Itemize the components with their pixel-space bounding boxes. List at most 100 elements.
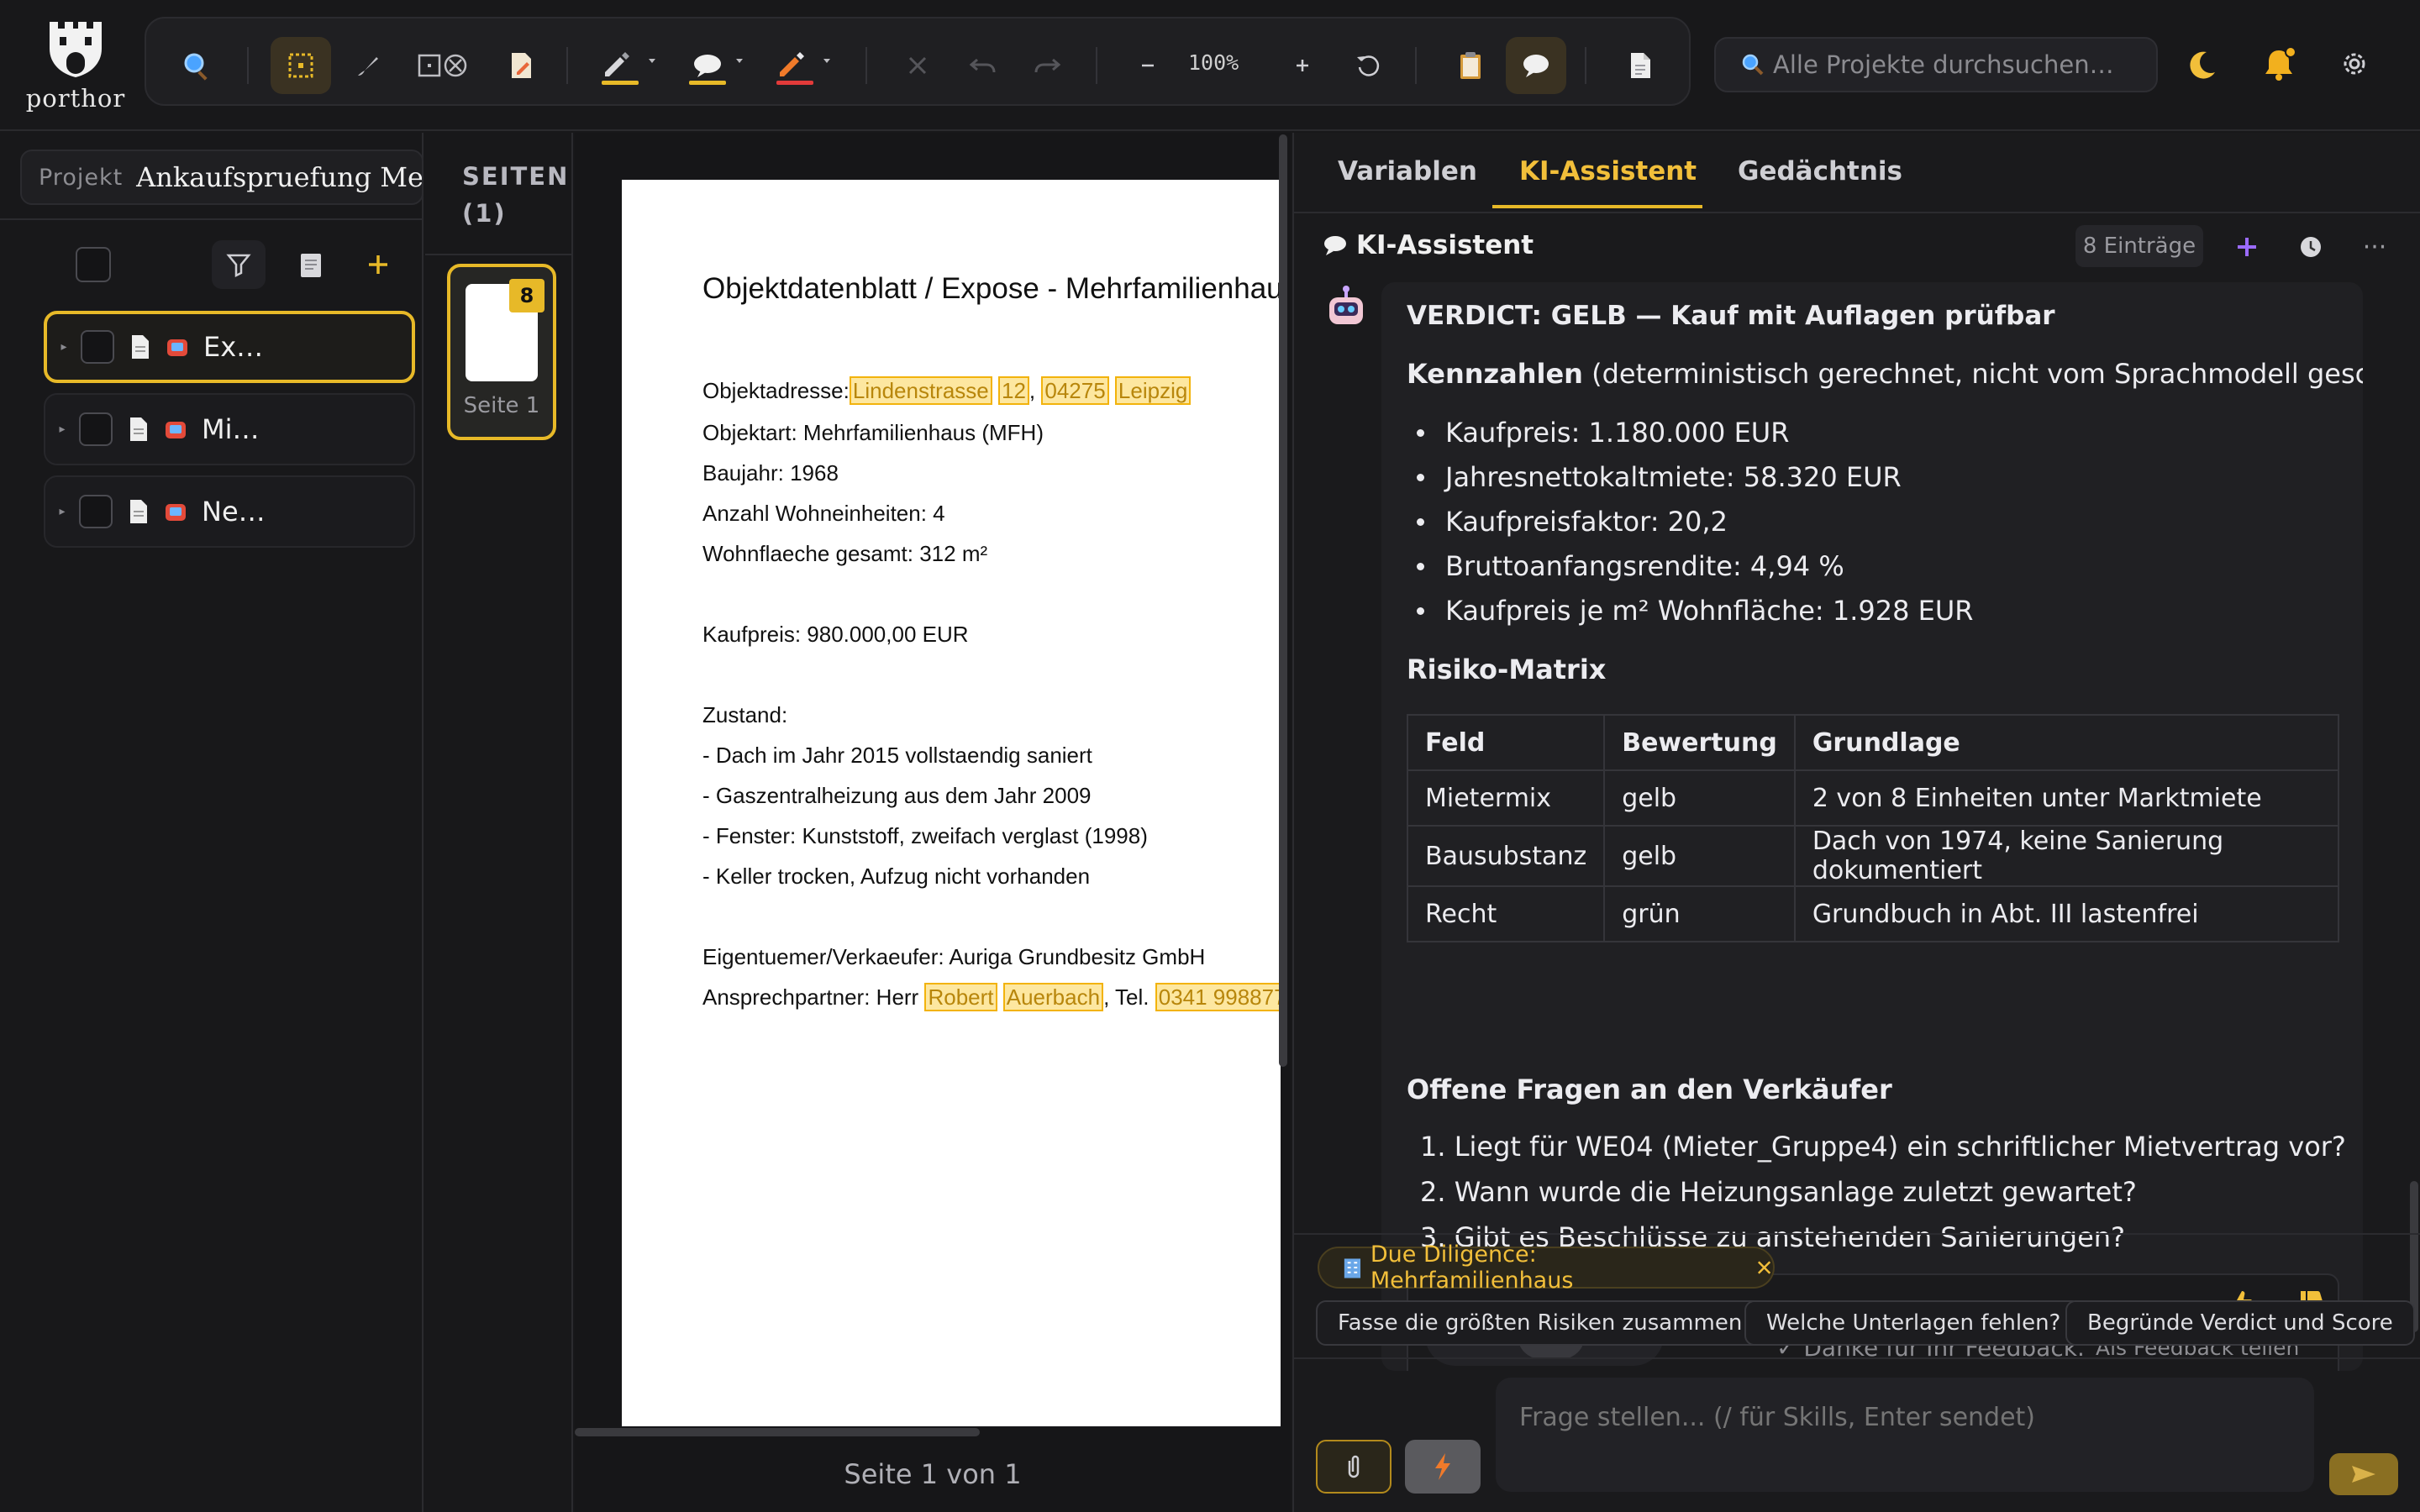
plus-icon — [2238, 238, 2256, 256]
undo-button[interactable] — [953, 37, 1013, 94]
doc-condition-header: Zustand: — [702, 702, 788, 727]
chat-input[interactable] — [1496, 1378, 2314, 1492]
redaction-last-name[interactable]: Auerbach — [1002, 983, 1104, 1011]
comment-tool-button[interactable] — [676, 37, 753, 94]
risk-matrix-table: Feld Bewertung Grundlage Mietermix gelb … — [1406, 714, 2340, 942]
context-chip-label: Due Diligence: Mehrfamilienhaus — [1370, 1242, 1574, 1294]
zoom-out-button[interactable] — [1118, 37, 1178, 94]
top-bar: porthor 100% Alle Projekte durchsuchen… — [0, 0, 2420, 131]
project-selector[interactable]: Projekt Ankaufspruefung Mehrfamilienhaus — [20, 150, 424, 205]
clipboard-button[interactable] — [1440, 37, 1501, 94]
tab-gedaechtnis[interactable]: Gedächtnis — [1738, 156, 1902, 186]
doc-contact-prefix: Ansprechpartner: Herr — [702, 984, 919, 1010]
redact-pen-tool-button[interactable] — [763, 37, 840, 94]
redaction-phone[interactable]: 0341 998877 — [1155, 983, 1281, 1011]
expand-caret-icon[interactable]: ▸ — [47, 340, 81, 354]
suggestion-chip[interactable]: Welche Unterlagen fehlen? — [1744, 1300, 2083, 1346]
viewer-horizontal-scrollbar[interactable] — [575, 1428, 980, 1436]
redo-button[interactable] — [1017, 37, 1077, 94]
highlighter-tool-button[interactable] — [588, 37, 666, 94]
select-all-checkbox[interactable] — [76, 247, 111, 282]
questions-heading: Offene Fragen an den Verkäufer — [1407, 1074, 1892, 1105]
ai-status-icon — [167, 339, 187, 356]
page-indicator: Seite 1 von 1 — [844, 1458, 1022, 1490]
table-cell: Mietermix — [1406, 769, 1606, 827]
tree-item[interactable]: ▸ Mi… — [44, 393, 415, 465]
column-header: Bewertung — [1603, 714, 1796, 771]
suggestion-chip[interactable]: Begründe Verdict und Score — [2065, 1300, 2415, 1346]
clock-icon — [2301, 237, 2321, 257]
zoom-in-button[interactable] — [1272, 37, 1333, 94]
document-button[interactable] — [1610, 37, 1670, 94]
kennzahlen-heading: Kennzahlen (deterministisch gerechnet, n… — [1407, 358, 2363, 390]
context-chip[interactable]: Due Diligence: Mehrfamilienhaus — [1318, 1242, 1775, 1294]
redaction-first-name[interactable]: Robert — [924, 983, 997, 1011]
item-checkbox[interactable] — [81, 330, 114, 364]
table-cell: gelb — [1603, 769, 1796, 827]
tree-item[interactable]: ▸ Ex… — [44, 311, 415, 383]
kennzahlen-label: Kennzahlen — [1407, 358, 1583, 390]
doc-units: Anzahl Wohneinheiten: 4 — [702, 501, 945, 526]
pen-tool-button[interactable] — [338, 37, 398, 94]
table-cell: Recht — [1406, 885, 1606, 942]
tree-item-label: Ex… — [203, 331, 264, 363]
history-button[interactable] — [2289, 225, 2333, 269]
page-thumbnail[interactable]: 8 Seite 1 — [447, 264, 556, 440]
doc-year: Baujahr: 1968 — [702, 460, 839, 486]
document-page[interactable]: Objektdatenblatt / Expose - Mehrfamilien… — [622, 180, 1281, 1426]
list-item: Jahresnettokaltmiete: 58.320 EUR — [1417, 461, 1902, 493]
app-logo[interactable]: porthor — [17, 12, 134, 121]
settings-button[interactable] — [2333, 42, 2376, 86]
area-redact-button[interactable] — [407, 37, 479, 94]
attach-button[interactable] — [1316, 1440, 1392, 1494]
reset-zoom-button[interactable] — [1338, 37, 1398, 94]
column-header: Grundlage — [1793, 714, 2340, 771]
speech-bubble-icon — [689, 55, 743, 85]
table-cell: 2 von 8 Einheiten unter Marktmiete — [1793, 769, 2340, 827]
redaction-zip[interactable]: 04275 — [1041, 376, 1109, 405]
close-icon[interactable] — [1755, 1258, 1773, 1277]
annotation-count-badge: 8 — [509, 279, 544, 312]
ai-status-icon — [166, 422, 186, 438]
expand-caret-icon[interactable]: ▸ — [45, 505, 79, 518]
doc-area: Wohnflaeche gesamt: 312 m² — [702, 541, 988, 566]
castle-logo-icon — [50, 22, 102, 77]
select-tool-button[interactable] — [271, 37, 331, 94]
tab-variablen[interactable]: Variablen — [1338, 156, 1477, 186]
item-checkbox[interactable] — [79, 412, 113, 446]
project-label: Projekt — [39, 164, 124, 191]
new-chat-button[interactable] — [2225, 225, 2269, 269]
viewer-vertical-scrollbar[interactable] — [1279, 134, 1287, 1067]
redaction-street[interactable]: Lindenstrasse — [849, 376, 992, 405]
document-icon — [130, 500, 147, 523]
project-search-input[interactable]: Alle Projekte durchsuchen… — [1714, 37, 2158, 92]
active-tab-indicator — [1492, 205, 1702, 208]
skills-button[interactable] — [1405, 1440, 1481, 1494]
notifications-button[interactable] — [2255, 40, 2302, 87]
search-icon — [1742, 54, 1764, 76]
more-options-button[interactable]: ··· — [2353, 225, 2396, 269]
redaction-city[interactable]: Leipzig — [1114, 376, 1192, 405]
document-edit-button[interactable] — [491, 37, 551, 94]
suggestion-chip[interactable]: Fasse die größten Risiken zusammen — [1316, 1300, 1765, 1346]
search-tool-button[interactable] — [166, 37, 227, 94]
dark-mode-toggle[interactable] — [2180, 42, 2223, 86]
add-document-button[interactable] — [353, 240, 403, 289]
tree-item-label: Mi… — [202, 413, 260, 445]
expand-caret-icon[interactable]: ▸ — [45, 423, 79, 436]
doc-condition-line: - Keller trocken, Aufzug nicht vorhanden — [702, 864, 1091, 889]
tree-item[interactable]: ▸ Ne… — [44, 475, 415, 548]
tab-ki-assistent[interactable]: KI-Assistent — [1519, 156, 1697, 186]
notes-button[interactable] — [286, 240, 336, 289]
entries-count-badge[interactable]: 8 Einträge — [2075, 225, 2203, 267]
send-button[interactable] — [2329, 1453, 2398, 1495]
delete-button[interactable] — [887, 37, 948, 94]
table-row: Mietermix gelb 2 von 8 Einheiten unter M… — [1406, 769, 2340, 827]
zoom-level: 100% — [1188, 50, 1239, 75]
filter-button[interactable] — [212, 240, 266, 289]
chat-toggle-button[interactable] — [1506, 37, 1566, 94]
magnifier-icon — [184, 53, 208, 81]
doc-condition-line: - Dach im Jahr 2015 vollstaendig saniert — [702, 743, 1092, 768]
redaction-number[interactable]: 12 — [998, 376, 1029, 405]
item-checkbox[interactable] — [79, 495, 113, 528]
